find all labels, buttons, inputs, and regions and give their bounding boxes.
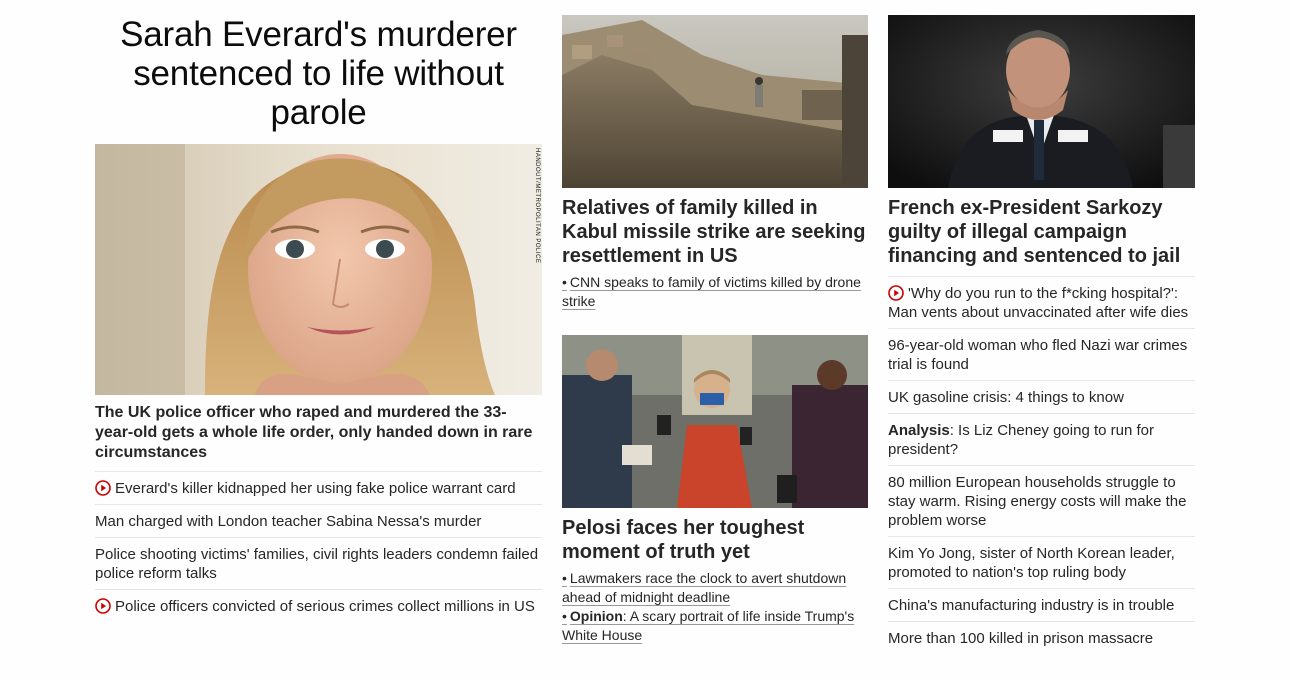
list-item[interactable]: 'Why do you run to the f*cking hospital?… — [888, 276, 1195, 328]
pelosi-headline[interactable]: Pelosi faces her toughest moment of trut… — [562, 516, 868, 564]
list-item-label: UK gasoline crisis: 4 things to know — [888, 389, 1124, 406]
list-item-label: Police officers convicted of serious cri… — [115, 598, 535, 615]
list-item-label: Kim Yo Jong, sister of North Korean lead… — [888, 545, 1175, 581]
list-item[interactable]: Everard's killer kidnapped her using fak… — [95, 471, 542, 504]
video-play-icon — [95, 598, 111, 614]
sarkozy-photo[interactable] — [888, 15, 1195, 188]
portrait-image — [95, 144, 542, 395]
list-item[interactable]: Police shooting victims' families, civil… — [95, 537, 542, 589]
lead-headline-link[interactable]: Sarah Everard's murderer sentenced to li… — [120, 15, 517, 132]
image-credit: HANDOUT/METROPOLITAN POLICE — [534, 148, 540, 264]
list-item-label: Everard's killer kidnapped her using fak… — [115, 480, 516, 497]
sarkozy-headline[interactable]: French ex-President Sarkozy guilty of il… — [888, 196, 1195, 268]
bullet: • — [562, 274, 567, 290]
list-item[interactable]: Kim Yo Jong, sister of North Korean lead… — [888, 536, 1195, 588]
list-item[interactable]: 96-year-old woman who fled Nazi war crim… — [888, 328, 1195, 380]
lead-photo[interactable]: HANDOUT/METROPOLITAN POLICE — [95, 144, 542, 395]
pelosi-photo[interactable] — [562, 335, 868, 508]
kabul-sublinks: • CNN speaks to family of victims killed … — [562, 273, 868, 311]
kabul-headline[interactable]: Relatives of family killed in Kabul miss… — [562, 196, 868, 268]
sublink-label: CNN speaks to family of victims killed b… — [562, 274, 861, 309]
list-item[interactable]: Police officers convicted of serious cri… — [95, 589, 542, 622]
list-item[interactable]: China's manufacturing industry is in tro… — [888, 588, 1195, 621]
kabul-photo[interactable] — [562, 15, 868, 188]
list-item[interactable]: More than 100 killed in prison massacre — [888, 621, 1195, 654]
analysis-label: Analysis — [888, 422, 950, 439]
lead-headline[interactable]: Sarah Everard's murderer sentenced to li… — [95, 15, 542, 132]
lead-description[interactable]: The UK police officer who raped and murd… — [95, 403, 542, 463]
list-item-label: 'Why do you run to the f*cking hospital?… — [888, 285, 1189, 321]
video-play-icon — [95, 480, 111, 496]
list-item[interactable]: UK gasoline crisis: 4 things to know — [888, 380, 1195, 413]
list-item[interactable]: Man charged with London teacher Sabina N… — [95, 504, 542, 537]
lead-story: Sarah Everard's murderer sentenced to li… — [95, 0, 542, 622]
bullet: • — [562, 608, 567, 624]
right-related-links: 'Why do you run to the f*cking hospital?… — [888, 276, 1195, 654]
list-item-label: 80 million European households struggle … — [888, 474, 1187, 529]
kabul-image — [562, 15, 868, 188]
bullet: • — [562, 570, 567, 586]
list-item[interactable]: Analysis: Is Liz Cheney going to run for… — [888, 413, 1195, 465]
sublink[interactable]: • Lawmakers race the clock to avert shutd… — [562, 570, 846, 605]
lead-related-links: Everard's killer kidnapped her using fak… — [95, 471, 542, 622]
video-play-icon — [888, 285, 904, 301]
sublink-label: Lawmakers race the clock to avert shutdo… — [562, 570, 847, 605]
list-item-label: More than 100 killed in prison massacre — [888, 630, 1154, 647]
opinion-label: Opinion — [569, 608, 623, 624]
list-item-label: China's manufacturing industry is in tro… — [888, 597, 1175, 614]
sarkozy-image — [888, 15, 1195, 188]
sublink[interactable]: • CNN speaks to family of victims killed … — [562, 274, 861, 309]
sublink[interactable]: • Opinion: A scary portrait of life insid… — [562, 608, 854, 643]
list-item-label: Man charged with London teacher Sabina N… — [95, 513, 482, 530]
pelosi-sublinks: • Lawmakers race the clock to avert shutd… — [562, 569, 868, 645]
list-item[interactable]: 80 million European households struggle … — [888, 465, 1195, 536]
pelosi-image — [562, 335, 868, 508]
list-item-label: Police shooting victims' families, civil… — [95, 546, 539, 582]
middle-stories: Relatives of family killed in Kabul miss… — [562, 0, 868, 645]
list-item-label: 96-year-old woman who fled Nazi war crim… — [888, 337, 1188, 373]
right-stories: French ex-President Sarkozy guilty of il… — [888, 0, 1195, 654]
